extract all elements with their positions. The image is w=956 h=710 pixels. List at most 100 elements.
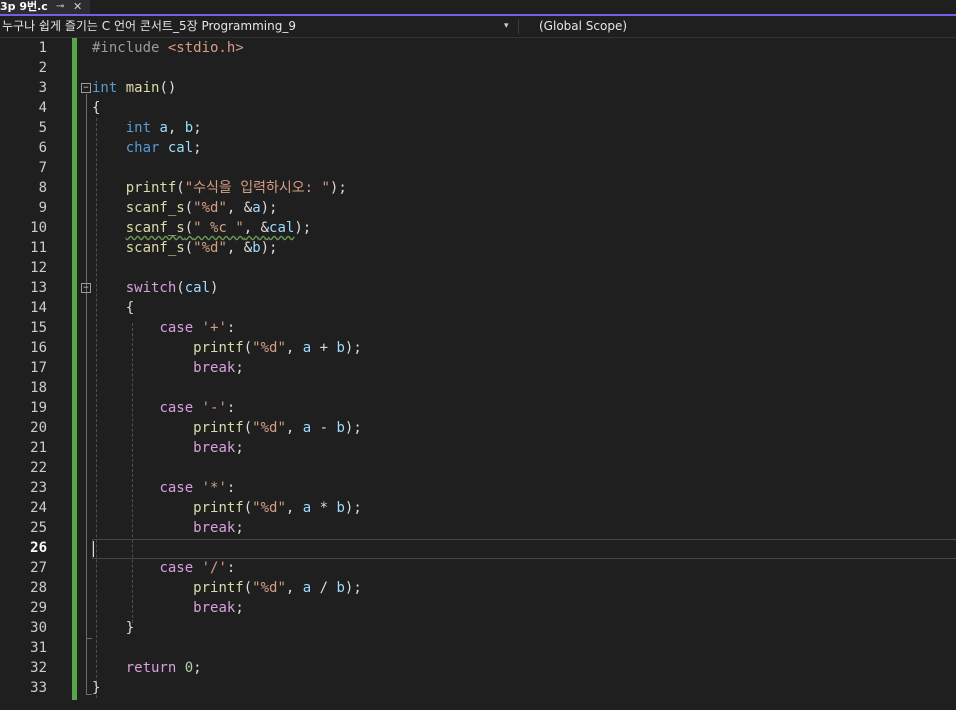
code-line[interactable]: printf("%d", a + b); xyxy=(92,338,362,358)
scope-name: (Global Scope) xyxy=(539,19,628,33)
code-line[interactable]: switch(cal) xyxy=(92,278,219,298)
code-token: a xyxy=(159,120,168,136)
code-token: , & xyxy=(226,200,253,216)
code-line[interactable]: break; xyxy=(92,598,244,618)
code-token: : xyxy=(226,320,236,336)
code-token: printf xyxy=(193,500,244,516)
scope-dropdown[interactable]: (Global Scope) xyxy=(539,16,627,37)
code-token: case xyxy=(159,560,194,576)
code-token: ); xyxy=(344,420,362,436)
fold-end-switch xyxy=(86,638,92,639)
project-dropdown[interactable]: 누구나 쉽게 즐기는 C 언어 콘서트_5장 Programming_9 ▾ xyxy=(0,16,518,37)
code-line[interactable]: case '*': xyxy=(92,478,235,498)
line-number: 13 xyxy=(30,280,47,296)
code-line[interactable]: int a, b; xyxy=(92,118,202,138)
code-line[interactable]: case '-': xyxy=(92,398,235,418)
line-number: 18 xyxy=(30,380,47,396)
code-token: b xyxy=(252,240,261,256)
code-token: "%d" xyxy=(193,240,227,256)
code-token: "%d" xyxy=(252,580,286,596)
code-token: ( xyxy=(176,180,185,196)
code-token: scanf_s xyxy=(125,220,185,236)
line-number: 7 xyxy=(38,160,47,176)
code-token: ) xyxy=(210,280,219,296)
line-number: 1 xyxy=(38,40,47,56)
code-token: b xyxy=(184,120,194,136)
code-token: { xyxy=(92,300,135,316)
code-line[interactable]: printf("%d", a * b); xyxy=(92,498,362,518)
code-token: , xyxy=(285,580,303,596)
close-icon[interactable]: ✕ xyxy=(73,0,82,13)
collapse-icon[interactable]: − xyxy=(81,283,91,293)
line-number: 31 xyxy=(30,640,47,656)
code-line[interactable]: printf("%d", a - b); xyxy=(92,418,362,438)
code-token: break xyxy=(193,360,236,376)
code-token: - xyxy=(311,420,337,436)
code-token: ; xyxy=(235,440,244,456)
code-line[interactable]: break; xyxy=(92,358,244,378)
line-number: 15 xyxy=(30,320,47,336)
code-line[interactable]: scanf_s("%d", &b); xyxy=(92,238,278,258)
code-token: ; xyxy=(235,360,244,376)
code-token: printf xyxy=(193,340,244,356)
tab-title: 3p 9번.c xyxy=(0,0,48,13)
code-token: ( xyxy=(176,280,185,296)
line-number: 23 xyxy=(30,480,47,496)
code-editor[interactable]: 1 2 3 4 5 6 7 8 9 10 11 12 13 14 15 16 17 18 19 20 21 22 23 24 2… xyxy=(0,38,956,710)
code-token: "%d" xyxy=(193,200,227,216)
code-line[interactable]: case '/': xyxy=(92,558,235,578)
code-token: scanf_s xyxy=(125,200,185,216)
code-token: ); xyxy=(344,340,362,356)
code-token: '/' xyxy=(201,560,227,576)
code-line[interactable]: break; xyxy=(92,518,244,538)
code-token: : xyxy=(226,560,236,576)
code-line[interactable]: #include <stdio.h> xyxy=(92,38,244,58)
code-token: , & xyxy=(243,220,270,236)
navigation-bar: 누구나 쉽게 즐기는 C 언어 콘서트_5장 Programming_9 ▾ (… xyxy=(0,16,956,38)
pin-icon[interactable]: ⊸ xyxy=(56,0,64,13)
code-line[interactable]: char cal; xyxy=(92,138,202,158)
code-line[interactable]: return 0; xyxy=(92,658,202,678)
code-line[interactable]: case '+': xyxy=(92,318,235,338)
code-token: cal xyxy=(184,280,211,296)
line-number: 17 xyxy=(30,360,47,376)
code-token: , xyxy=(285,500,303,516)
code-line[interactable]: scanf_s(" %c ", &cal); xyxy=(92,218,311,238)
code-token: ); xyxy=(260,200,278,216)
code-token: return xyxy=(125,660,177,676)
code-token: a xyxy=(302,340,312,356)
line-number: 22 xyxy=(30,460,47,476)
code-token: ( xyxy=(243,420,253,436)
code-line[interactable]: } xyxy=(92,618,134,638)
code-line[interactable]: printf("수식을 입력하시오: "); xyxy=(92,178,347,198)
document-tab[interactable]: 3p 9번.c ⊸ ✕ xyxy=(0,0,90,14)
code-token: ( xyxy=(184,220,194,236)
code-token: ; xyxy=(193,140,202,156)
code-token: b xyxy=(336,340,345,356)
line-number: 14 xyxy=(30,300,47,316)
code-line[interactable]: scanf_s("%d", &a); xyxy=(92,198,278,218)
code-line[interactable]: break; xyxy=(92,438,244,458)
code-line[interactable]: { xyxy=(92,98,100,118)
line-number: 2 xyxy=(38,60,47,76)
code-line[interactable]: } xyxy=(92,678,100,698)
code-token: , xyxy=(167,120,185,136)
code-token: "%d" xyxy=(252,420,286,436)
collapse-icon[interactable]: − xyxy=(81,83,91,93)
code-line[interactable]: int main() xyxy=(92,78,176,98)
code-line[interactable]: { xyxy=(92,298,134,318)
code-token: b xyxy=(336,500,345,516)
line-number: 16 xyxy=(30,340,47,356)
code-line[interactable]: printf("%d", a / b); xyxy=(92,578,362,598)
code-token: + xyxy=(311,340,337,356)
code-token: ; xyxy=(193,660,202,676)
code-token: a xyxy=(252,200,261,216)
